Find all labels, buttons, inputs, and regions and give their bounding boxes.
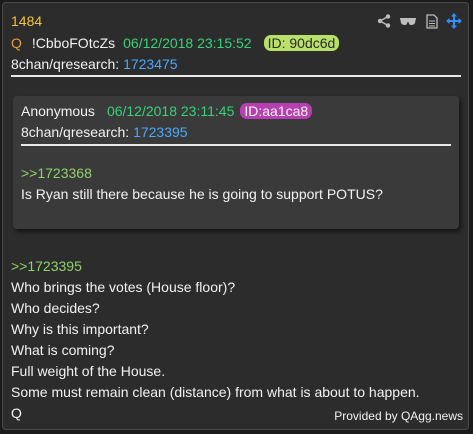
- q-post-card: 1484 Q !CbboFOtcZs 06/12/2018 23:15:52 I…: [2, 2, 469, 430]
- quoted-board-name: 8chan/qresearch:: [21, 124, 130, 140]
- quoted-board-line: 8chan/qresearch: 1723395: [21, 124, 188, 140]
- board-name: 8chan/qresearch:: [11, 56, 120, 72]
- tripcode: !CbboFOtcZs: [31, 35, 116, 51]
- q-author-mark: Q: [11, 35, 22, 51]
- quoted-text: Is Ryan still there because he is going …: [21, 186, 383, 202]
- glasses-icon[interactable]: [398, 13, 418, 29]
- quoted-post-header: Anonymous 06/12/2018 23:11:45 ID:aa1ca8: [21, 103, 313, 119]
- board-line: 8chan/qresearch: 1723475: [11, 56, 178, 72]
- post-number: 1484: [11, 13, 43, 29]
- quoted-author: Anonymous: [21, 103, 95, 119]
- post-header: Q !CbboFOtcZs 06/12/2018 23:15:52 ID: 90…: [11, 35, 340, 51]
- quoted-reply-ref[interactable]: >>1723368: [21, 165, 92, 181]
- post-date: 06/12/2018 23:15:52: [123, 35, 252, 51]
- body-line: Who brings the votes (House floor)?: [11, 279, 236, 295]
- quoted-id-badge: ID:aa1ca8: [240, 103, 313, 119]
- body-line: Full weight of the House.: [11, 363, 166, 379]
- quoted-post-link[interactable]: 1723395: [133, 124, 188, 140]
- quoted-divider: [21, 144, 451, 146]
- body-line: Who decides?: [11, 300, 100, 316]
- move-icon[interactable]: [446, 13, 462, 29]
- provided-by-credit: Provided by QAgg.news: [334, 409, 463, 423]
- body-line: What is coming?: [11, 342, 115, 358]
- document-icon[interactable]: [424, 13, 440, 29]
- post-link[interactable]: 1723475: [123, 56, 178, 72]
- body-signature: Q: [11, 405, 22, 421]
- quoted-post: Anonymous 06/12/2018 23:11:45 ID:aa1ca8 …: [13, 96, 459, 229]
- post-toolbar: [376, 13, 462, 29]
- share-icon[interactable]: [376, 13, 392, 29]
- header-divider: [11, 75, 461, 77]
- quoted-date: 06/12/2018 23:11:45: [106, 103, 235, 119]
- body-reply-ref[interactable]: >>1723395: [11, 258, 82, 274]
- body-line: Some must remain clean (distance) from w…: [11, 384, 420, 400]
- poster-id-badge: ID: 90dc6d: [263, 35, 340, 51]
- body-line: Why is this important?: [11, 321, 149, 337]
